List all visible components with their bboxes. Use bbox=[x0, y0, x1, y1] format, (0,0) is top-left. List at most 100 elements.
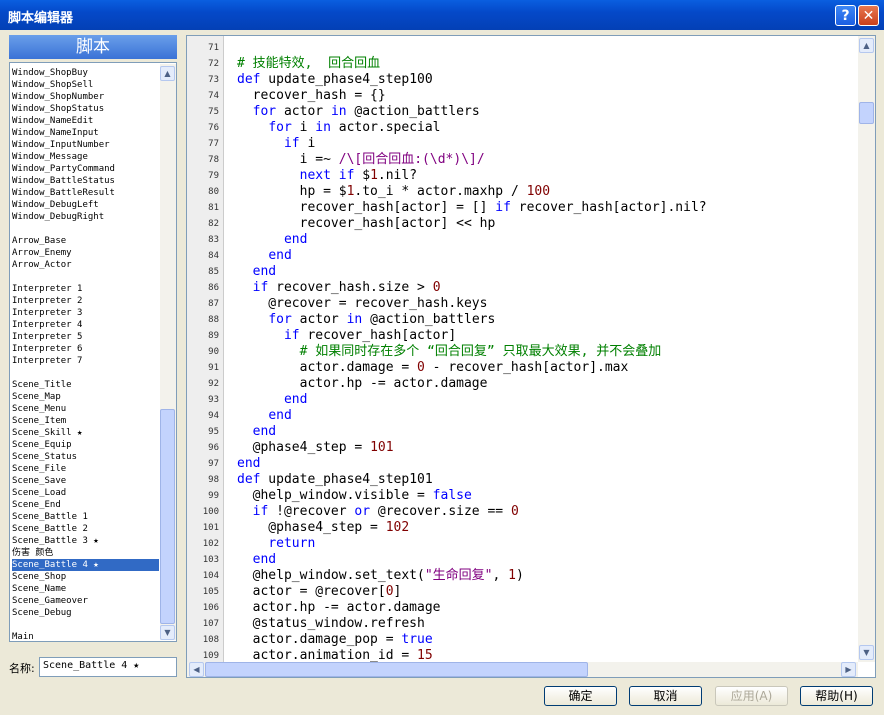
list-item[interactable]: Scene_Battle 2 bbox=[12, 523, 159, 535]
scroll-thumb[interactable] bbox=[859, 102, 874, 124]
list-item[interactable]: Interpreter 5 bbox=[12, 331, 159, 343]
list-item[interactable] bbox=[12, 367, 159, 379]
code-editor[interactable]: 71 72 73 74 75 76 77 78 79 80 81 82 83 84 85 86 87 88 89 90… bbox=[186, 35, 876, 678]
code-line[interactable]: actor = @recover[0] bbox=[237, 584, 402, 600]
list-item[interactable]: Interpreter 1 bbox=[12, 283, 159, 295]
list-item[interactable]: Window_ShopStatus bbox=[12, 103, 159, 115]
apply-button[interactable]: 应用(A) bbox=[715, 686, 788, 706]
list-item[interactable]: Arrow_Base bbox=[12, 235, 159, 247]
list-item[interactable] bbox=[12, 223, 159, 235]
title-bar[interactable]: 脚本编辑器 ? ✕ bbox=[0, 0, 884, 30]
cancel-button[interactable]: 取消 bbox=[629, 686, 702, 706]
scroll-down-icon[interactable]: ▼ bbox=[859, 645, 874, 660]
code-line[interactable]: @phase4_step = 102 bbox=[237, 520, 409, 536]
script-list[interactable]: Window_ShopBuy Window_ShopSell Window_Shop… bbox=[9, 62, 177, 642]
code-line[interactable]: @status_window.refresh bbox=[237, 616, 425, 632]
list-item[interactable]: Arrow_Enemy bbox=[12, 247, 159, 259]
list-item[interactable]: Scene_Debug bbox=[12, 607, 159, 619]
list-item[interactable]: Window_InputNumber bbox=[12, 139, 159, 151]
help-button[interactable]: 帮助(H) bbox=[800, 686, 873, 706]
code-line[interactable]: return bbox=[237, 536, 315, 552]
code-line[interactable]: end bbox=[237, 456, 260, 472]
code-line[interactable]: for actor in @action_battlers bbox=[237, 312, 495, 328]
list-item[interactable]: Scene_Save bbox=[12, 475, 159, 487]
scroll-up-icon[interactable]: ▲ bbox=[160, 66, 175, 81]
code-line[interactable]: # 如果同时存在多个 “回合回复” 只取最大效果, 并不会叠加 bbox=[237, 344, 662, 360]
code-line[interactable]: @help_window.set_text("生命回复", 1) bbox=[237, 568, 524, 584]
code-line[interactable]: i =~ /\[回合回血:(\d*)\]/ bbox=[237, 152, 485, 168]
editor-vscrollbar[interactable]: ▲ ▼ bbox=[858, 36, 875, 662]
editor-hscrollbar[interactable]: ◀ ▶ bbox=[187, 662, 858, 677]
list-item[interactable]: Window_Message bbox=[12, 151, 159, 163]
list-item[interactable]: Interpreter 7 bbox=[12, 355, 159, 367]
scroll-up-icon[interactable]: ▲ bbox=[859, 38, 874, 53]
list-item[interactable]: Scene_Map bbox=[12, 391, 159, 403]
code-line[interactable]: if recover_hash.size > 0 bbox=[237, 280, 441, 296]
list-item[interactable]: Interpreter 6 bbox=[12, 343, 159, 355]
code-line[interactable]: for i in actor.special bbox=[237, 120, 440, 136]
list-item[interactable]: 伤害 颜色 bbox=[12, 547, 159, 559]
list-item[interactable]: Scene_Gameover bbox=[12, 595, 159, 607]
code-line[interactable]: @phase4_step = 101 bbox=[237, 440, 394, 456]
code-line[interactable]: end bbox=[237, 424, 276, 440]
code-line[interactable]: actor.hp -= actor.damage bbox=[237, 376, 488, 392]
ok-button[interactable]: 确定 bbox=[544, 686, 617, 706]
code-line[interactable]: if recover_hash[actor] bbox=[237, 328, 456, 344]
list-item[interactable]: Main bbox=[12, 631, 159, 641]
list-item[interactable] bbox=[12, 271, 159, 283]
code-line[interactable]: actor.hp -= actor.damage bbox=[237, 600, 441, 616]
list-item[interactable]: Window_DebugLeft bbox=[12, 199, 159, 211]
list-item[interactable]: Scene_Title bbox=[12, 379, 159, 391]
scroll-right-icon[interactable]: ▶ bbox=[841, 662, 856, 677]
list-item[interactable]: Window_PartyCommand bbox=[12, 163, 159, 175]
scroll-left-icon[interactable]: ◀ bbox=[189, 662, 204, 677]
list-item[interactable]: Scene_File bbox=[12, 463, 159, 475]
code-line[interactable]: end bbox=[237, 552, 276, 568]
list-item[interactable]: Scene_Item bbox=[12, 415, 159, 427]
list-item[interactable]: Interpreter 4 bbox=[12, 319, 159, 331]
list-item[interactable]: Window_ShopSell bbox=[12, 79, 159, 91]
code-line[interactable]: if i bbox=[237, 136, 315, 152]
close-icon[interactable]: ✕ bbox=[858, 5, 879, 26]
code-line[interactable]: recover_hash[actor] = [] if recover_hash… bbox=[237, 200, 707, 216]
code-line[interactable]: # 技能特效, 回合回血 bbox=[237, 56, 380, 72]
code-line[interactable]: def update_phase4_step100 bbox=[237, 72, 433, 88]
scroll-thumb[interactable] bbox=[205, 662, 588, 677]
list-item[interactable]: Scene_Equip bbox=[12, 439, 159, 451]
list-item[interactable]: Interpreter 3 bbox=[12, 307, 159, 319]
code-line[interactable]: next if $1.nil? bbox=[237, 168, 417, 184]
list-item[interactable]: Window_ShopBuy bbox=[12, 67, 159, 79]
code-line[interactable]: actor.damage_pop = true bbox=[237, 632, 433, 648]
code-line[interactable]: end bbox=[237, 392, 307, 408]
list-item[interactable]: Interpreter 2 bbox=[12, 295, 159, 307]
code-line[interactable]: end bbox=[237, 264, 276, 280]
list-item[interactable]: Scene_End bbox=[12, 499, 159, 511]
code-line[interactable]: end bbox=[237, 248, 291, 264]
list-item[interactable]: Scene_Status bbox=[12, 451, 159, 463]
script-list-scrollbar[interactable]: ▲ ▼ bbox=[160, 64, 176, 640]
help-icon[interactable]: ? bbox=[835, 5, 856, 26]
list-item[interactable]: Window_ShopNumber bbox=[12, 91, 159, 103]
code-line[interactable]: def update_phase4_step101 bbox=[237, 472, 433, 488]
list-item[interactable]: Scene_Battle 1 bbox=[12, 511, 159, 523]
list-item[interactable]: Scene_Skill ★ bbox=[12, 427, 159, 439]
list-item[interactable]: Window_NameEdit bbox=[12, 115, 159, 127]
code-line[interactable]: actor.damage = 0 - recover_hash[actor].m… bbox=[237, 360, 629, 376]
list-item[interactable]: Scene_Name bbox=[12, 583, 159, 595]
scroll-thumb[interactable] bbox=[160, 409, 175, 624]
list-item[interactable]: Scene_Load bbox=[12, 487, 159, 499]
code-line[interactable]: @recover = recover_hash.keys bbox=[237, 296, 487, 312]
list-item[interactable]: Scene_Menu bbox=[12, 403, 159, 415]
list-item[interactable] bbox=[12, 619, 159, 631]
code-line[interactable]: recover_hash[actor] << hp bbox=[237, 216, 496, 232]
code-line[interactable]: recover_hash = {} bbox=[237, 88, 386, 104]
code-line[interactable]: end bbox=[237, 232, 307, 248]
list-item[interactable]: Window_DebugRight bbox=[12, 211, 159, 223]
script-name-input[interactable]: Scene_Battle 4 ★ bbox=[39, 657, 177, 677]
code-line[interactable]: @help_window.visible = false bbox=[237, 488, 472, 504]
scroll-down-icon[interactable]: ▼ bbox=[160, 625, 175, 640]
list-item[interactable]: Window_BattleStatus bbox=[12, 175, 159, 187]
list-item[interactable]: Scene_Shop bbox=[12, 571, 159, 583]
code-line[interactable]: if !@recover or @recover.size == 0 bbox=[237, 504, 519, 520]
code-line[interactable]: end bbox=[237, 408, 291, 424]
